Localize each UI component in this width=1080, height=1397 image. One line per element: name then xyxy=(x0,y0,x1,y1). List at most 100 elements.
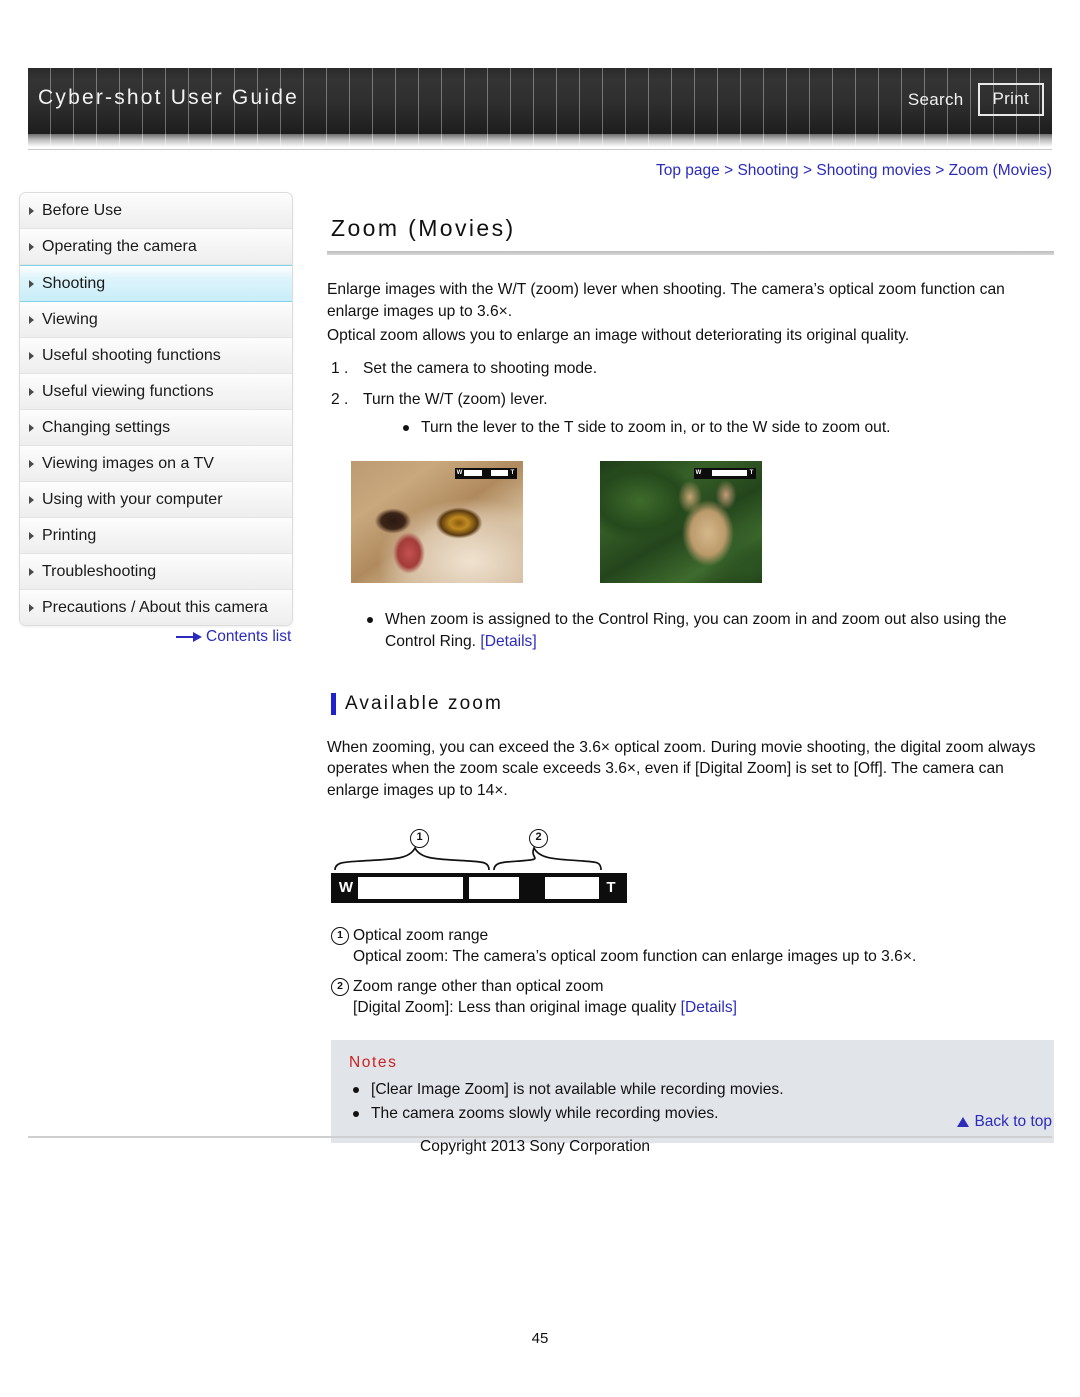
zoom-track-remainder xyxy=(491,470,509,476)
notes-title: Notes xyxy=(349,1054,398,1071)
chevron-right-icon xyxy=(29,567,34,576)
breadcrumb-item-current: Zoom (Movies) xyxy=(948,162,1052,179)
section-heading-available-zoom: Available zoom xyxy=(331,692,1054,715)
sidebar-item-label: Viewing images on a TV xyxy=(42,454,214,472)
sidebar-item-operating-the-camera[interactable]: Operating the camera xyxy=(20,229,292,265)
chevron-right-icon xyxy=(29,495,34,504)
control-ring-note-text: When zoom is assigned to the Control Rin… xyxy=(385,610,1007,650)
legend-head-2: 2 Zoom range other than optical zoom xyxy=(331,976,1054,997)
back-to-top-label: Back to top xyxy=(974,1113,1052,1130)
sidebar-nav[interactable]: Before Use Operating the camera Shooting… xyxy=(19,192,293,626)
breadcrumb-item-shooting[interactable]: Shooting xyxy=(737,162,798,179)
step-1: 1 . Set the camera to shooting mode. xyxy=(327,358,1054,380)
photo-telephoto-cat: W T xyxy=(351,460,523,583)
step-2-bullet: Turn the lever to the T side to zoom in,… xyxy=(399,417,1054,439)
control-ring-details-link[interactable]: [Details] xyxy=(480,633,536,650)
steps-list: 1 . Set the camera to shooting mode. 2 .… xyxy=(327,358,1054,439)
legend-head-text: Optical zoom range xyxy=(353,927,489,944)
sidebar-item-label: Precautions / About this camera xyxy=(42,598,268,616)
note-item: [Clear Image Zoom] is not available whil… xyxy=(349,1079,1054,1101)
sidebar-item-before-use[interactable]: Before Use xyxy=(20,193,292,229)
legend-item-2: 2 Zoom range other than optical zoom [Di… xyxy=(331,976,1054,1018)
example-photos: W T W T xyxy=(351,460,1054,583)
sidebar-item-label: Using with your computer xyxy=(42,490,223,508)
back-to-top-link[interactable]: Back to top xyxy=(957,1113,1052,1131)
step-2: 2 . Turn the W/T (zoom) lever. Turn the … xyxy=(327,389,1054,439)
photo-wide-angle-cat: W T xyxy=(600,460,762,583)
sidebar-item-changing-settings[interactable]: Changing settings xyxy=(20,410,292,446)
print-button[interactable]: Print xyxy=(977,83,1044,116)
zoom-bar-digital-segment-b xyxy=(545,877,599,899)
zoom-bar-black-block xyxy=(519,877,545,899)
zoom-bar-tele-label: T xyxy=(606,879,616,896)
zoom-wide-label: W xyxy=(695,470,702,476)
site-header: Cyber-shot User Guide Search Print xyxy=(28,68,1052,151)
legend-item-1: 1 Optical zoom range Optical zoom: The c… xyxy=(331,925,1054,967)
sidebar-item-using-with-your-computer[interactable]: Using with your computer xyxy=(20,482,292,518)
sidebar-item-precautions-about-this-camera[interactable]: Precautions / About this camera xyxy=(20,590,292,625)
legend-sub-text: [Digital Zoom]: Less than original image… xyxy=(353,999,681,1016)
zoom-track xyxy=(703,470,747,476)
sidebar-item-shooting[interactable]: Shooting xyxy=(20,265,292,302)
chevron-right-icon xyxy=(29,206,34,215)
available-zoom-paragraph: When zooming, you can exceed the 3.6× op… xyxy=(327,738,1036,799)
zoom-indicator-overlay-wide: W T xyxy=(694,467,756,479)
contents-list-link[interactable]: Contents list xyxy=(176,628,291,646)
breadcrumb-item-top-page[interactable]: Top page xyxy=(656,162,720,179)
zoom-bar-digital-segment-a xyxy=(469,877,519,899)
breadcrumb[interactable]: Top page > Shooting > Shooting movies > … xyxy=(656,162,1052,180)
sidebar-item-useful-shooting-functions[interactable]: Useful shooting functions xyxy=(20,338,292,374)
notes-box: Notes [Clear Image Zoom] is not availabl… xyxy=(331,1040,1054,1143)
sidebar-item-label: Shooting xyxy=(42,274,106,292)
step-2-sub-bullets: Turn the lever to the T side to zoom in,… xyxy=(399,417,1054,439)
sidebar-item-label: Useful shooting functions xyxy=(42,346,221,364)
legend-marker-2: 2 xyxy=(331,978,349,996)
digital-zoom-details-link[interactable]: [Details] xyxy=(681,999,737,1016)
zoom-tele-label: T xyxy=(749,470,754,476)
intro-paragraph-2: Optical zoom allows you to enlarge an im… xyxy=(327,327,910,344)
legend-head-1: 1 Optical zoom range xyxy=(331,925,1054,946)
contents-list-label: Contents list xyxy=(206,628,292,645)
chevron-right-icon xyxy=(29,423,34,432)
section-title: Available zoom xyxy=(345,692,503,714)
triangle-up-icon xyxy=(957,1117,970,1127)
zoom-bar-wide-label: W xyxy=(338,879,354,896)
legend-sub-2: [Digital Zoom]: Less than original image… xyxy=(331,997,1054,1018)
zoom-track-fill xyxy=(464,470,482,476)
sidebar-item-viewing-images-on-a-tv[interactable]: Viewing images on a TV xyxy=(20,446,292,482)
zoom-track-marker xyxy=(481,470,491,476)
zoom-track xyxy=(464,470,508,476)
sidebar-item-label: Printing xyxy=(42,526,97,544)
chevron-right-icon xyxy=(29,351,34,360)
zoom-wide-label: W xyxy=(456,470,463,476)
intro-paragraph-1: Enlarge images with the W/T (zoom) lever… xyxy=(327,281,1005,320)
zoom-track-remainder xyxy=(712,470,747,476)
sidebar-item-useful-viewing-functions[interactable]: Useful viewing functions xyxy=(20,374,292,410)
main-content: Zoom (Movies) Enlarge images with the W/… xyxy=(327,215,1054,1143)
chevron-right-icon xyxy=(29,531,34,540)
step-number: 1 . xyxy=(331,359,349,377)
chevron-right-icon xyxy=(29,459,34,468)
step-text: Set the camera to shooting mode. xyxy=(363,359,598,377)
arrow-right-icon xyxy=(176,632,202,642)
search-button[interactable]: Search xyxy=(908,90,964,110)
sidebar-item-printing[interactable]: Printing xyxy=(20,518,292,554)
chevron-right-icon xyxy=(29,279,34,288)
breadcrumb-item-shooting-movies[interactable]: Shooting movies xyxy=(816,162,931,179)
sidebar-item-label: Operating the camera xyxy=(42,237,197,255)
chevron-right-icon xyxy=(29,242,34,251)
control-ring-note: When zoom is assigned to the Control Rin… xyxy=(363,609,1054,653)
zoom-tele-label: T xyxy=(510,470,515,476)
page-title: Zoom (Movies) xyxy=(331,215,516,241)
sidebar-item-viewing[interactable]: Viewing xyxy=(20,302,292,338)
section-accent-bar xyxy=(331,692,336,715)
header-gradient-fade xyxy=(28,134,1052,147)
title-divider xyxy=(327,251,1054,255)
site-title: Cyber-shot User Guide xyxy=(38,86,299,109)
legend-sub-1: Optical zoom: The camera’s optical zoom … xyxy=(353,948,917,965)
chevron-right-icon xyxy=(29,387,34,396)
zoom-bar-optical-segment xyxy=(358,877,463,899)
diagram-braces xyxy=(334,846,602,871)
sidebar-item-troubleshooting[interactable]: Troubleshooting xyxy=(20,554,292,590)
chevron-right-icon xyxy=(29,315,34,324)
